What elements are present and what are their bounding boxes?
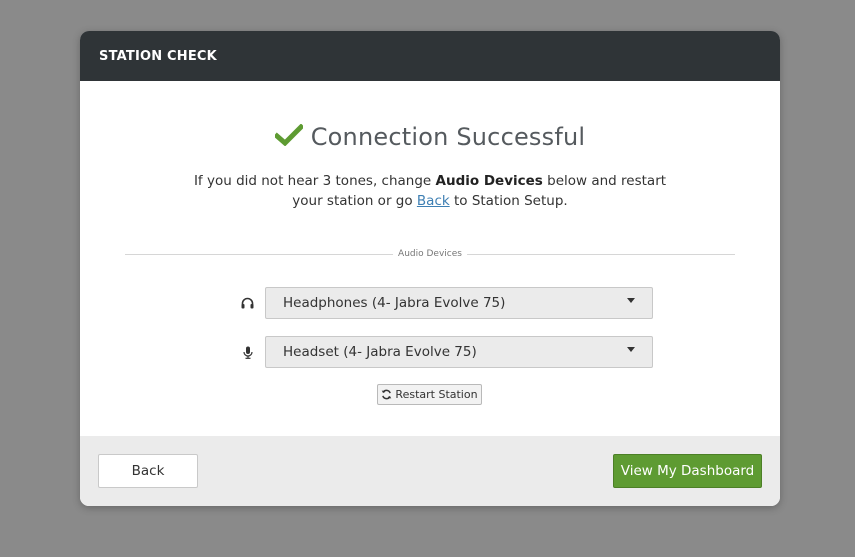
- message-part1: If you did not hear 3 tones, change: [193, 173, 436, 189]
- message-part4: to Station Setup.: [449, 193, 568, 209]
- view-dashboard-label: View My Dashboard: [620, 463, 755, 479]
- refresh-icon: [382, 389, 392, 400]
- chevron-down-icon: [627, 347, 635, 352]
- audio-devices-divider: Audio Devices: [125, 249, 735, 260]
- message-bold: Audio Devices: [435, 173, 543, 189]
- back-link[interactable]: Back: [417, 193, 450, 209]
- station-check-modal: STATION CHECK Connection Successful If y…: [80, 31, 780, 506]
- restart-station-label: Restart Station: [395, 388, 478, 401]
- modal-header: STATION CHECK: [80, 31, 780, 81]
- audio-devices-label: Audio Devices: [393, 249, 467, 260]
- headphones-icon: [230, 286, 265, 320]
- status-text: Connection Successful: [310, 123, 586, 151]
- view-dashboard-button[interactable]: View My Dashboard: [613, 454, 762, 488]
- output-device-row: Headphones (4- Jabra Evolve 75): [230, 286, 653, 320]
- output-device-select[interactable]: Headphones (4- Jabra Evolve 75): [265, 287, 653, 319]
- microphone-icon: [230, 335, 265, 369]
- input-device-value: Headset (4- Jabra Evolve 75): [283, 344, 477, 360]
- input-device-select[interactable]: Headset (4- Jabra Evolve 75): [265, 336, 653, 368]
- message-part2: below and restart: [542, 173, 667, 189]
- modal-body: Connection Successful If you did not hea…: [80, 81, 780, 436]
- connection-status: Connection Successful: [80, 123, 780, 151]
- instruction-message: If you did not hear 3 tones, change Audi…: [80, 171, 780, 211]
- checkmark-icon: [274, 124, 303, 146]
- message-part3: your station or go: [292, 193, 417, 209]
- modal-footer: Back View My Dashboard: [80, 436, 780, 506]
- back-button[interactable]: Back: [98, 454, 198, 488]
- restart-station-button[interactable]: Restart Station: [377, 384, 482, 405]
- back-button-label: Back: [131, 463, 165, 479]
- input-device-row: Headset (4- Jabra Evolve 75): [230, 335, 653, 369]
- modal-title: STATION CHECK: [99, 48, 217, 64]
- output-device-value: Headphones (4- Jabra Evolve 75): [283, 295, 506, 311]
- chevron-down-icon: [627, 298, 635, 303]
